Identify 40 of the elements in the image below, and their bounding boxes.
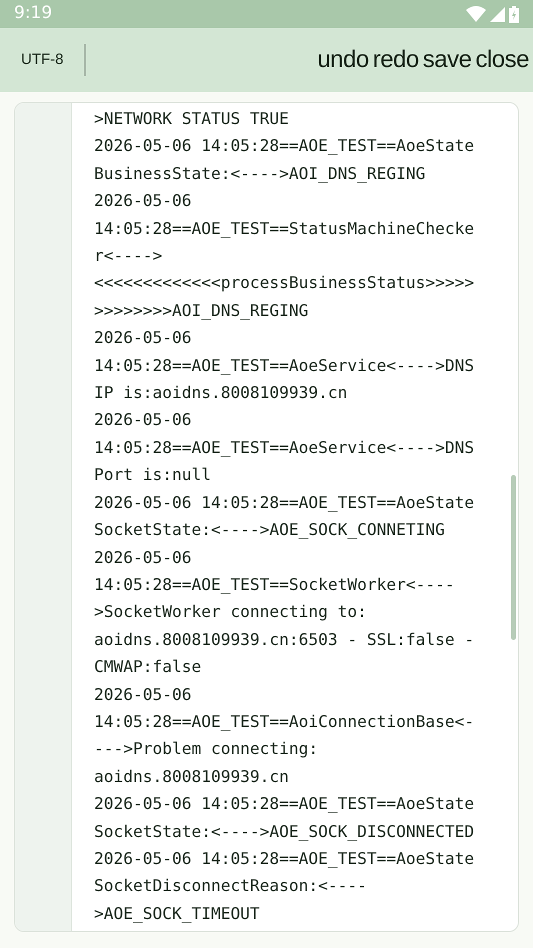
signal-icon [490,6,505,22]
log-line: <<<<<<<<<<<<<processBusinessStatus>>>>> [94,272,474,294]
log-line: r<----> [94,245,164,268]
log-line: Port is:null [94,464,212,486]
log-line: >NETWORK STATUS TRUE [94,108,290,130]
log-line: 14:05:28==AOE_TEST==AoeService<---->DNS [94,354,474,377]
log-line: --->Problem connecting: [94,738,320,760]
log-line: SocketDisconnectReason:<---- [94,875,368,898]
log-line: SocketState:<---->AOE_SOCK_DISCONNECTED [94,820,474,843]
toolbar-action[interactable]: close [475,42,529,78]
log-line: >AOE_SOCK_TIMEOUT [94,902,261,925]
log-line: 14:05:28==AOE_TEST==StatusMachineChecke [94,218,474,240]
log-line: >SocketWorker connecting to: [94,601,368,624]
log-line: 2026-05-06 14:05:28==AOE_TEST==AoeState [94,492,474,514]
toolbar-action[interactable]: save [422,42,472,78]
log-line: BusinessState:<---->AOI_DNS_REGING [94,162,426,185]
toolbar-action[interactable]: undo [317,42,369,78]
log-line: 2026-05-06 [94,684,192,706]
log-line: 2026-05-06 [94,327,192,350]
log-line: 2026-05-06 14:05:28==AOE_TEST==AoeState [94,135,474,158]
log-line: CMWAP:false [94,656,202,678]
log-line: 2026-05-06 14:05:28==AOE_TEST==AoeState [94,793,474,816]
log-line: 14:05:28==AOE_TEST==SocketWorker<---- [94,574,456,596]
log-line: 2026-05-06 [94,190,192,212]
wifi-icon [466,6,486,22]
scrollbar-thumb[interactable] [511,475,516,640]
log-line: aoidns.8008109939.cn [94,766,290,788]
log-line: >>>>>>>>AOI_DNS_REGING [94,300,310,322]
log-line: 2026-05-06 [94,409,192,432]
log-line: 2026-05-06 [94,546,192,568]
log-line: 14:05:28==AOE_TEST==AoeService<---->DNS [94,436,474,459]
log-line: SocketState:<---->AOE_SOCK_CONNETING [94,519,446,542]
log-line: 2026-05-06 14:05:28==AOE_TEST==AoeState [94,848,474,870]
status-time: 9:19 [14,2,52,26]
log-line: IP is:aoidns.8008109939.cn [94,382,348,404]
log-line: aoidns.8008109939.cn:6503 - SSL:false - [94,628,474,651]
encoding-button[interactable]: UTF-8 [0,48,84,72]
battery-charging-icon [509,6,519,22]
log-line: 14:05:28==AOE_TEST==AoiConnectionBase<- [94,710,474,733]
toolbar-action[interactable]: redo [372,42,419,78]
